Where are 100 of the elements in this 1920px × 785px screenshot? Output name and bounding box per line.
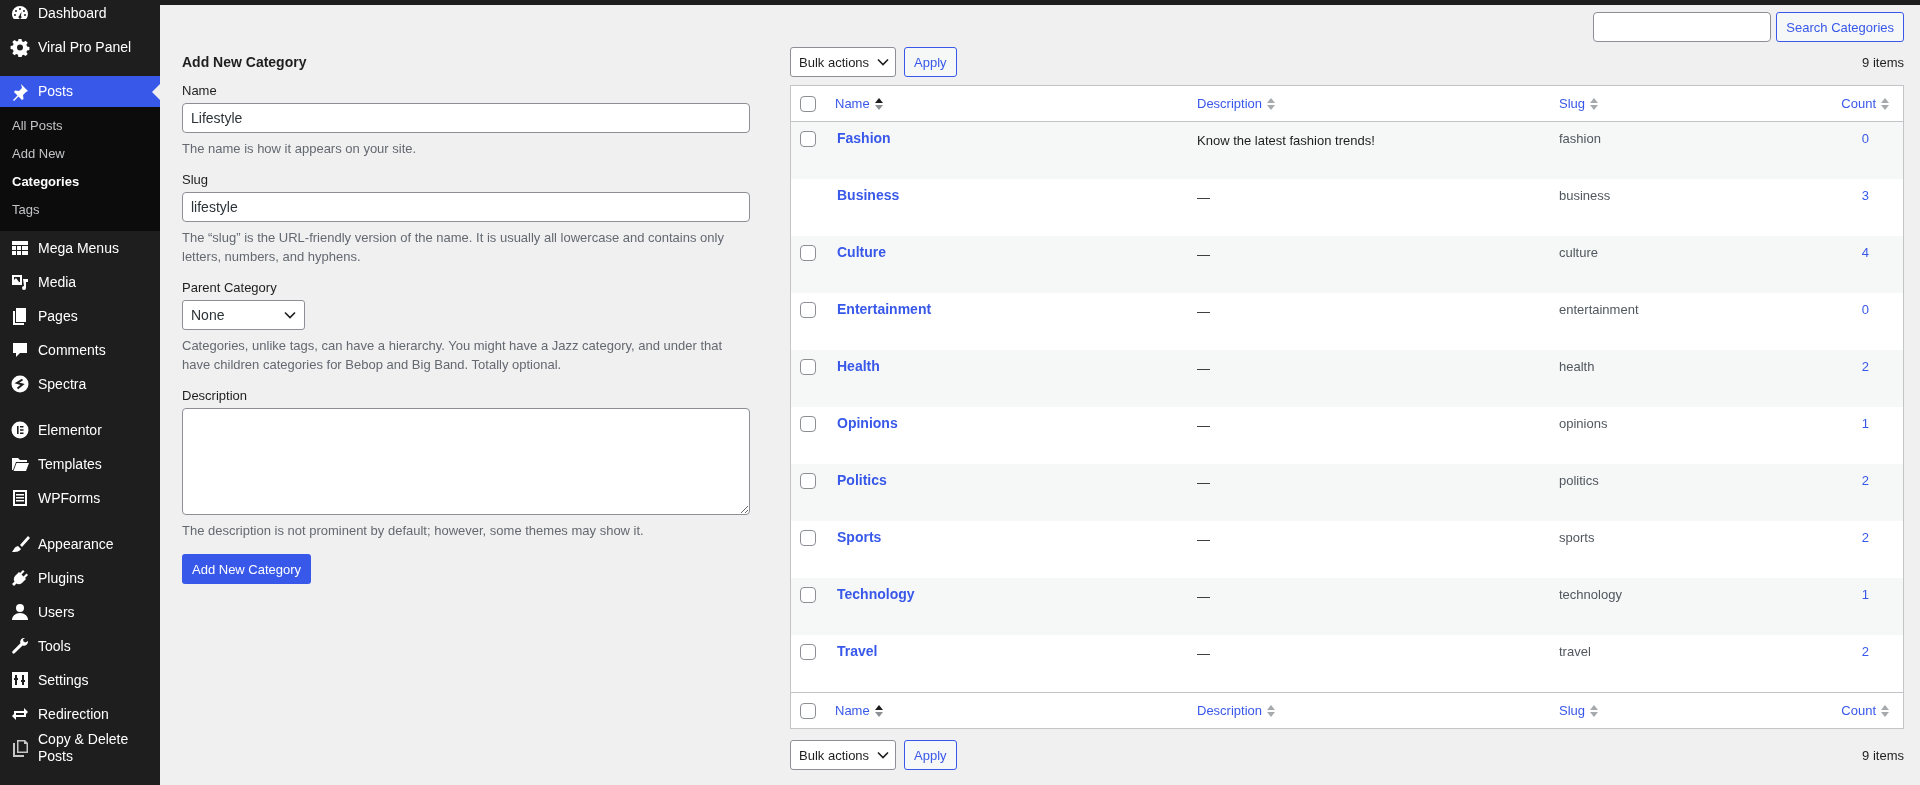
post-count-link[interactable]: 3 — [1861, 188, 1869, 203]
category-name-link[interactable]: Culture — [837, 244, 886, 260]
description-cell: — — [1197, 247, 1210, 262]
sidebar-item[interactable]: Templates — [0, 447, 160, 481]
submenu-item[interactable]: All Posts — [0, 111, 160, 139]
wrench-icon — [10, 636, 30, 656]
description-cell: Know the latest fashion trends! — [1197, 133, 1375, 148]
category-name-link[interactable]: Entertainment — [837, 301, 932, 317]
column-header-link[interactable]: Slug — [1559, 96, 1586, 111]
parent-category-select[interactable]: None — [182, 300, 305, 330]
post-count-link[interactable]: 0 — [1861, 302, 1869, 317]
submenu-item[interactable]: Add New — [0, 139, 160, 167]
sidebar-item[interactable]: Settings — [0, 663, 160, 697]
column-header-link[interactable]: Description — [1197, 96, 1263, 111]
checkbox[interactable] — [800, 245, 816, 261]
slug-cell: technology — [1559, 587, 1622, 602]
search-button[interactable]: Search Categories — [1776, 12, 1904, 42]
grid-icon — [10, 238, 30, 258]
caret-icon — [877, 751, 890, 759]
sidebar-item[interactable]: Tools — [0, 629, 160, 663]
sidebar-item[interactable]: WPForms — [0, 481, 160, 515]
slug-cell: fashion — [1559, 131, 1601, 146]
description-cell: — — [1197, 304, 1210, 319]
submenu-item[interactable]: Categories — [0, 167, 160, 195]
slug-cell: politics — [1559, 473, 1599, 488]
column-header-link[interactable]: Name — [835, 703, 870, 718]
sidebar-item[interactable]: Viral Pro Panel — [0, 30, 160, 64]
post-count-link[interactable]: 2 — [1861, 644, 1869, 659]
comment-icon — [10, 340, 30, 360]
category-name-link[interactable]: Fashion — [837, 130, 891, 146]
apply-button[interactable]: Apply — [904, 47, 957, 77]
description-cell: — — [1197, 418, 1210, 433]
checkbox[interactable] — [800, 416, 816, 432]
bulk-actions-select[interactable]: Bulk actions — [790, 740, 897, 770]
sidebar-item[interactable]: Plugins — [0, 561, 160, 595]
sidebar-item[interactable]: Elementor — [0, 413, 160, 447]
elementor-icon — [10, 420, 30, 440]
field-label: Name — [182, 83, 218, 98]
post-count-link[interactable]: 1 — [1861, 587, 1869, 602]
add-category-button[interactable]: Add New Category — [182, 554, 312, 584]
post-count-link[interactable]: 1 — [1861, 416, 1869, 431]
slug-cell: business — [1559, 188, 1611, 203]
column-header-link[interactable]: Count — [1841, 96, 1876, 111]
category-name-link[interactable]: Opinions — [837, 415, 898, 431]
submenu-item[interactable]: Tags — [0, 195, 160, 223]
search-field[interactable] — [1593, 12, 1772, 42]
category-name-link[interactable]: Technology — [837, 586, 915, 602]
category-name-link[interactable]: Travel — [837, 643, 878, 659]
sidebar-item[interactable]: Appearance — [0, 527, 160, 561]
sidebar-item[interactable]: Redirection — [0, 697, 160, 731]
checkbox[interactable] — [800, 644, 816, 660]
sidebar-item[interactable]: Pages — [0, 299, 160, 333]
description-cell: — — [1197, 361, 1210, 376]
text-field[interactable]: lifestyle — [182, 192, 750, 222]
bulk-actions-select[interactable]: Bulk actions — [790, 47, 897, 77]
text-field[interactable]: Lifestyle — [182, 103, 750, 133]
category-name-link[interactable]: Health — [837, 358, 880, 374]
sidebar-item[interactable]: Spectra — [0, 367, 160, 401]
post-count-link[interactable]: 4 — [1861, 245, 1869, 260]
slug-cell: culture — [1559, 245, 1599, 260]
sidebar-item[interactable]: Dashboard — [0, 0, 160, 30]
post-count-link[interactable]: 2 — [1861, 530, 1869, 545]
post-count-link[interactable]: 2 — [1861, 359, 1869, 374]
checkbox[interactable] — [800, 131, 816, 147]
column-header-link[interactable]: Name — [835, 96, 870, 111]
column-header-link[interactable]: Count — [1841, 703, 1876, 718]
column-header-link[interactable]: Description — [1197, 703, 1263, 718]
sidebar-item[interactable]: Posts — [0, 76, 160, 107]
sidebar-item[interactable]: Copy & Delete Posts — [0, 731, 160, 765]
caret-icon — [284, 311, 296, 319]
checkbox[interactable] — [800, 702, 816, 719]
copy-icon — [10, 738, 30, 758]
description-field[interactable] — [182, 408, 750, 515]
checkbox[interactable] — [800, 587, 816, 603]
checkbox[interactable] — [800, 359, 816, 375]
sidebar-item[interactable]: Mega Menus — [0, 231, 160, 265]
category-name-link[interactable]: Business — [837, 187, 900, 203]
help-text: The name is how it appears on your site. — [182, 140, 418, 158]
plug-icon — [10, 568, 30, 588]
slug-cell: entertainment — [1559, 302, 1639, 317]
form-icon — [10, 488, 30, 508]
description-cell: — — [1197, 475, 1210, 490]
sidebar-item[interactable]: Comments — [0, 333, 160, 367]
sidebar-item[interactable]: Media — [0, 265, 160, 299]
checkbox[interactable] — [800, 95, 816, 112]
slug-cell: travel — [1559, 644, 1591, 659]
apply-button[interactable]: Apply — [904, 740, 957, 770]
checkbox[interactable] — [800, 302, 816, 318]
checkbox[interactable] — [800, 530, 816, 546]
field-label: Slug — [182, 172, 210, 187]
checkbox[interactable] — [800, 473, 816, 489]
field-label: Description — [182, 388, 249, 403]
post-count-link[interactable]: 0 — [1861, 131, 1869, 146]
sidebar-item[interactable]: Users — [0, 595, 160, 629]
category-name-link[interactable]: Sports — [837, 529, 882, 545]
column-header-link[interactable]: Slug — [1559, 703, 1586, 718]
category-name-link[interactable]: Politics — [837, 472, 887, 488]
post-count-link[interactable]: 2 — [1861, 473, 1869, 488]
slug-cell: health — [1559, 359, 1595, 374]
help-text: The “slug” is the URL-friendly version of the name. It is usually all lowercase and contains only letters, numbers, and hyphens. — [182, 229, 725, 266]
